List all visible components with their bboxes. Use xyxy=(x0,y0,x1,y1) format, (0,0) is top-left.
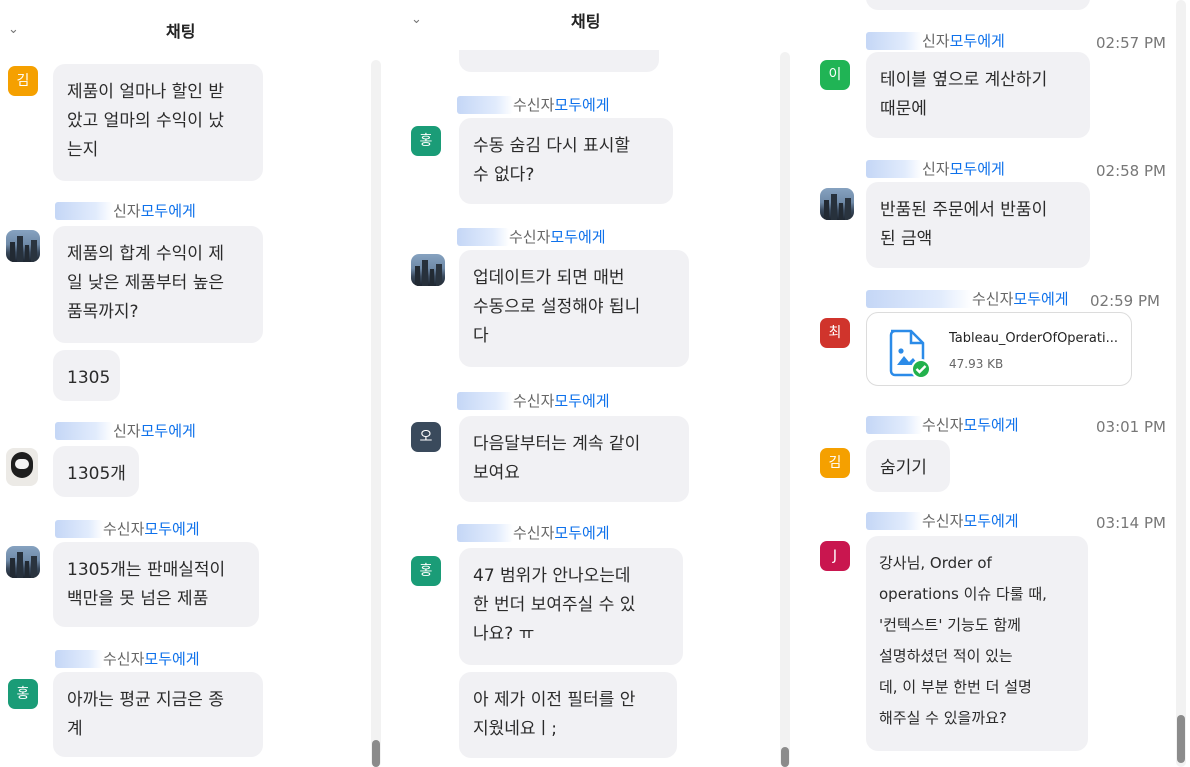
message-bubble: 제품의 합계 수익이 제 일 낮은 제품부터 높은 품목까지? xyxy=(53,226,263,343)
recipient-line: 신자모두에게 xyxy=(113,422,196,440)
chat-panel-3: 신자모두에게 02:57 PM 이 테이블 옆으로 계산하기 때문에 신자모두에… xyxy=(800,0,1190,767)
message-bubble-partial xyxy=(866,0,1090,10)
message-bubble: 1305 xyxy=(53,350,120,401)
file-attachment[interactable]: Tableau_OrderOfOperati... 47.93 KB xyxy=(866,312,1132,386)
scrollbar[interactable] xyxy=(780,52,790,767)
message-bubble: 다음달부터는 계속 같이 보여요 xyxy=(459,416,689,502)
avatar: 홍 xyxy=(411,126,441,156)
recipient-line: 수신자모두에게 xyxy=(922,416,1019,434)
avatar: 홍 xyxy=(411,556,441,586)
avatar-photo xyxy=(820,188,854,220)
message-bubble: 제품이 얼마나 할인 받 았고 얼마의 수익이 났 는지 xyxy=(53,64,263,181)
recipient-line: 수신자모두에게 xyxy=(103,520,200,538)
message-bubble: 아까는 평균 지금은 종 계 xyxy=(53,672,263,757)
masked-name xyxy=(457,524,513,542)
avatar: 이 xyxy=(820,60,850,90)
recipient-line: 수신자모두에게 xyxy=(513,524,610,542)
recipient-line: 수신자모두에게 xyxy=(513,96,610,114)
message-bubble: 수동 숨김 다시 표시할 수 없다? xyxy=(459,118,673,204)
masked-name xyxy=(55,202,113,220)
scrollbar-thumb[interactable] xyxy=(372,740,380,767)
avatar: J xyxy=(820,541,850,571)
scrollbar-thumb[interactable] xyxy=(781,747,789,767)
file-size: 47.93 KB xyxy=(949,357,1004,371)
masked-name xyxy=(457,392,513,410)
message-bubble: 강사님, Order of operations 이슈 다룰 때, '컨텍스트'… xyxy=(866,536,1088,751)
chat-header: ⌄ 채팅 xyxy=(0,0,385,52)
timestamp: 02:57 PM xyxy=(1096,34,1166,52)
timestamp: 03:14 PM xyxy=(1096,514,1166,532)
recipient-line: 수신자모두에게 xyxy=(103,650,200,668)
chat-title: 채팅 xyxy=(166,22,196,41)
masked-name xyxy=(866,512,922,530)
scrollbar[interactable] xyxy=(1176,0,1186,767)
avatar-photo xyxy=(6,448,38,486)
chevron-down-icon[interactable]: ⌄ xyxy=(8,22,19,37)
message-bubble: 테이블 옆으로 계산하기 때문에 xyxy=(866,52,1090,138)
recipient-line: 신자모두에게 xyxy=(922,32,1005,50)
timestamp: 03:01 PM xyxy=(1096,418,1166,436)
avatar: 김 xyxy=(8,66,38,96)
message-bubble: 반품된 주문에서 반품이 된 금액 xyxy=(866,182,1090,268)
avatar: 최 xyxy=(820,318,850,348)
chat-panel-2: ⌄ 채팅 수신자모두에게 홍 수동 숨김 다시 표시할 수 없다? 수신자모두에… xyxy=(395,0,795,767)
masked-name xyxy=(55,520,103,538)
masked-name xyxy=(457,96,513,114)
message-bubble: 47 범위가 안나오는데 한 번더 보여주실 수 있 나요? ㅠ xyxy=(459,548,683,665)
chat-title: 채팅 xyxy=(571,12,601,31)
scrollbar-thumb[interactable] xyxy=(1177,715,1185,763)
message-bubble: 1305개는 판매실적이 백만을 못 넘은 제품 xyxy=(53,542,259,627)
message-bubble: 숨기기 xyxy=(866,440,950,492)
recipient-line: 수신자모두에게 xyxy=(509,228,606,246)
masked-name xyxy=(55,422,113,440)
recipient-line: 수신자모두에게 xyxy=(513,392,610,410)
file-name[interactable]: Tableau_OrderOfOperati... xyxy=(949,331,1118,346)
timestamp: 02:59 PM xyxy=(1090,292,1160,310)
masked-name xyxy=(55,650,103,668)
recipient-line: 수신자모두에게 xyxy=(972,290,1069,308)
masked-name xyxy=(866,32,922,50)
message-bubble: 업데이트가 되면 매번 수동으로 설정해야 됩니 다 xyxy=(459,250,689,367)
avatar: 오 xyxy=(411,422,441,452)
message-bubble: 아 제가 이전 필터를 안 지웠네요ㅣ; xyxy=(459,672,677,758)
masked-name xyxy=(866,416,922,434)
masked-name xyxy=(866,160,922,178)
avatar: 홍 xyxy=(8,679,38,709)
recipient-line: 신자모두에게 xyxy=(113,202,196,220)
recipient-line: 수신자모두에게 xyxy=(922,512,1019,530)
chevron-down-icon[interactable]: ⌄ xyxy=(411,12,422,27)
masked-name xyxy=(457,228,509,246)
scrollbar[interactable] xyxy=(371,60,381,767)
chat-panel-1: ⌄ 채팅 김 제품이 얼마나 할인 받 았고 얼마의 수익이 났 는지 신자모두… xyxy=(0,0,385,767)
masked-name xyxy=(866,290,972,308)
image-file-icon xyxy=(889,329,931,379)
timestamp: 02:58 PM xyxy=(1096,162,1166,180)
avatar-photo xyxy=(411,254,445,286)
recipient-line: 신자모두에게 xyxy=(922,160,1005,178)
chat-header: ⌄ 채팅 xyxy=(395,0,795,50)
avatar-photo xyxy=(6,230,40,262)
avatar-photo xyxy=(6,546,40,578)
avatar: 김 xyxy=(820,448,850,478)
message-bubble: 1305개 xyxy=(53,446,139,497)
